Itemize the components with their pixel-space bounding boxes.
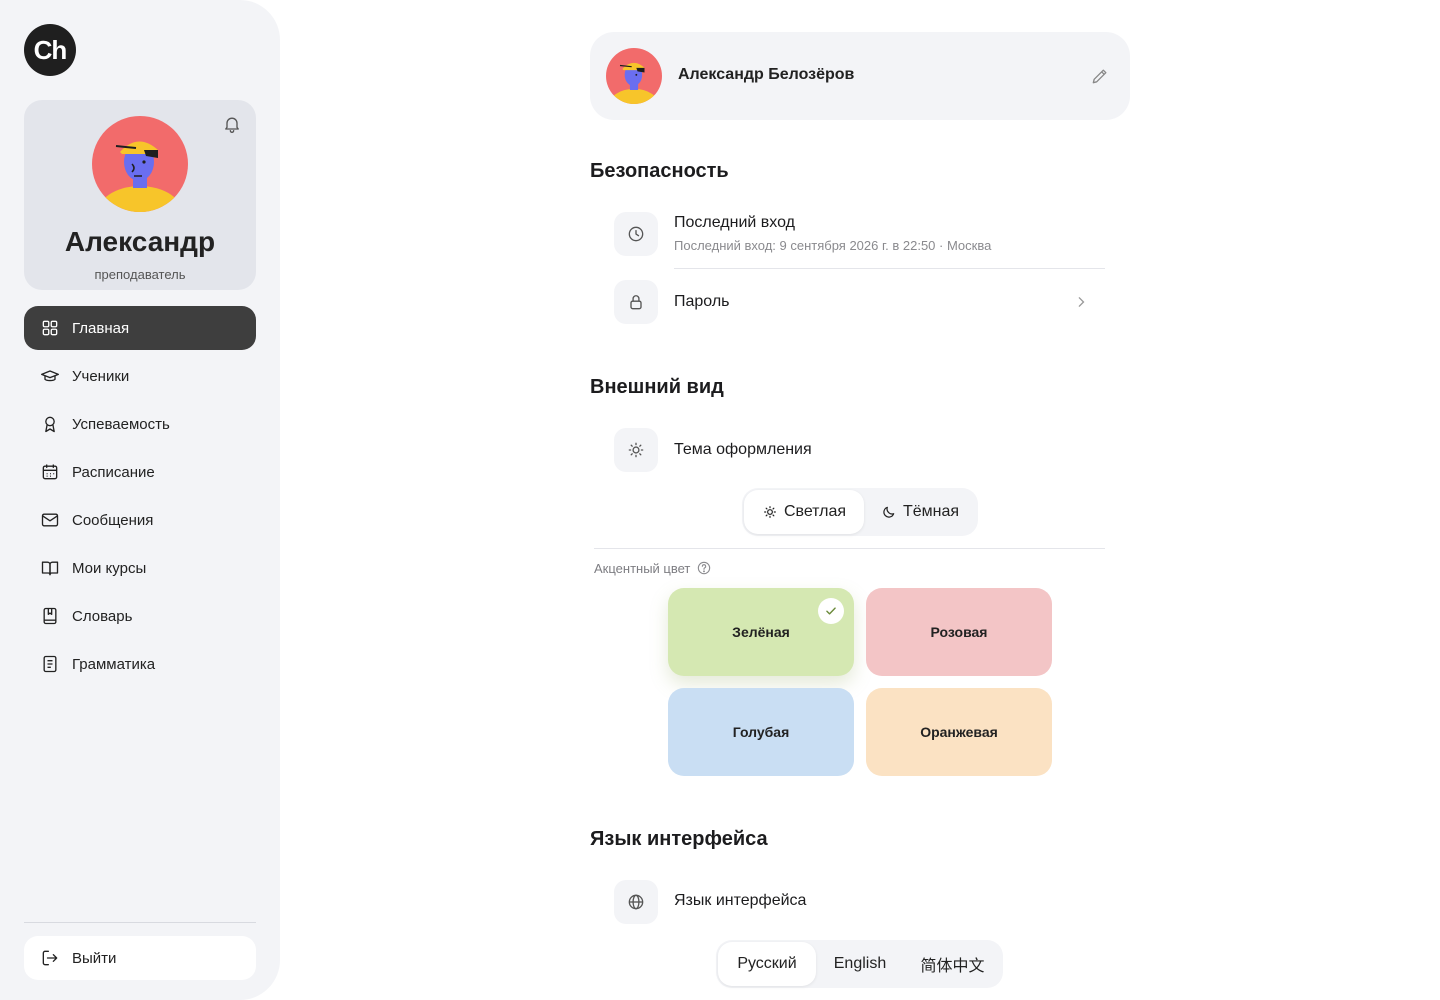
accent-color-label: Акцентный цвет <box>594 560 712 576</box>
app-logo[interactable]: Ch <box>24 24 76 76</box>
theme-dark-button[interactable]: Тёмная <box>864 490 976 534</box>
password-row[interactable]: Пароль <box>614 280 1105 324</box>
row-divider <box>674 268 1105 269</box>
sidebar: Ch Александр преподаватель Главная Учени… <box>0 0 280 1000</box>
help-icon[interactable] <box>696 560 712 576</box>
globe-icon-wrap <box>614 880 658 924</box>
clock-icon <box>628 226 644 242</box>
sidebar-item-dictionary[interactable]: Словарь <box>24 594 256 638</box>
accent-option-label: Голубая <box>732 724 790 740</box>
last-login-detail: Последний вход: 9 сентября 2026 г. в 22:… <box>674 238 992 253</box>
sun-icon-wrap <box>614 428 658 472</box>
language-row-label: Язык интерфейса <box>674 892 807 909</box>
sidebar-item-students[interactable]: Ученики <box>24 354 256 398</box>
chevron-right-icon <box>1078 297 1085 307</box>
book-open-icon <box>40 558 60 578</box>
sidebar-item-label: Ученики <box>72 367 130 385</box>
sidebar-item-label: Сообщения <box>72 511 154 529</box>
graduation-cap-icon <box>40 366 60 386</box>
logout-button[interactable]: Выйти <box>24 936 256 980</box>
accent-pink-option[interactable]: Розовая <box>866 588 1052 676</box>
edit-icon[interactable] <box>1090 66 1110 86</box>
theme-switcher: Светлая Тёмная <box>742 488 978 536</box>
clock-icon-wrap <box>614 212 658 256</box>
award-icon <box>40 414 60 434</box>
sidebar-item-label: Главная <box>72 319 130 337</box>
theme-label: Тема оформления <box>674 441 812 458</box>
theme-light-label: Светлая <box>783 503 847 520</box>
grid-icon <box>40 318 60 338</box>
dictionary-icon <box>40 606 60 626</box>
sun-icon <box>628 442 644 458</box>
sidebar-item-label: Мои курсы <box>72 559 147 577</box>
user-full-name: Александр Белозёров <box>678 66 855 83</box>
mail-icon <box>40 510 60 530</box>
user-header-card: Александр Белозёров <box>590 32 1130 120</box>
accent-option-label: Розовая <box>930 624 988 640</box>
bell-icon[interactable] <box>222 114 242 134</box>
language-section-title: Язык интерфейса <box>590 828 768 850</box>
logout-icon <box>42 950 58 966</box>
security-section-title: Безопасность <box>590 160 729 182</box>
password-label: Пароль <box>674 293 730 310</box>
lock-icon-wrap <box>614 280 658 324</box>
profile-card: Александр преподаватель <box>24 100 256 290</box>
appearance-section-title: Внешний вид <box>590 376 724 398</box>
avatar[interactable] <box>606 48 662 104</box>
globe-icon <box>628 894 644 910</box>
document-icon <box>40 654 60 674</box>
row-divider <box>594 548 1105 549</box>
profile-role: преподаватель <box>94 267 186 282</box>
sidebar-item-label: Грамматика <box>72 655 156 673</box>
profile-name: Александр <box>64 226 216 257</box>
sidebar-item-label: Успеваемость <box>72 415 170 433</box>
logout-label: Выйти <box>72 949 117 967</box>
last-login-title: Последний вход <box>674 214 795 231</box>
theme-light-button[interactable]: Светлая <box>744 490 864 534</box>
sidebar-item-label: Расписание <box>72 463 155 481</box>
sidebar-nav: Главная Ученики Успеваемость Расписание … <box>24 306 256 690</box>
sidebar-item-home[interactable]: Главная <box>24 306 256 350</box>
sidebar-item-progress[interactable]: Успеваемость <box>24 402 256 446</box>
check-icon <box>818 598 844 624</box>
accent-green-option[interactable]: Зелёная <box>668 588 854 676</box>
sun-icon <box>764 506 776 518</box>
accent-option-label: Зелёная <box>732 624 790 640</box>
theme-dark-label: Тёмная <box>902 503 960 520</box>
accent-option-label: Оранжевая <box>920 724 998 740</box>
sidebar-item-grammar[interactable]: Грамматика <box>24 642 256 686</box>
language-option-en[interactable]: English <box>816 942 904 986</box>
accent-blue-option[interactable]: Голубая <box>668 688 854 776</box>
sidebar-item-label: Словарь <box>72 607 133 625</box>
avatar[interactable] <box>92 116 188 212</box>
language-option-ru[interactable]: Русский <box>718 942 816 986</box>
calendar-icon <box>40 462 60 482</box>
accent-label-text: Акцентный цвет <box>594 560 691 576</box>
language-option-zh[interactable]: 简体中文 <box>904 942 1001 986</box>
sidebar-item-messages[interactable]: Сообщения <box>24 498 256 542</box>
sidebar-item-courses[interactable]: Мои курсы <box>24 546 256 590</box>
sidebar-item-schedule[interactable]: Расписание <box>24 450 256 494</box>
moon-icon <box>883 506 895 518</box>
sidebar-divider <box>24 922 256 923</box>
accent-orange-option[interactable]: Оранжевая <box>866 688 1052 776</box>
lock-icon <box>630 295 642 310</box>
language-switcher: Русский English 简体中文 <box>716 940 1003 988</box>
